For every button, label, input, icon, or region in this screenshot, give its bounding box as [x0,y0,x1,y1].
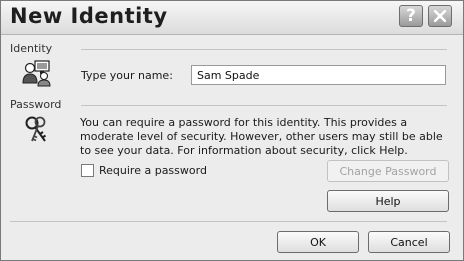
footer-divider [10,221,447,222]
ok-button[interactable]: OK [277,231,359,253]
password-group-label: Password [10,98,62,111]
keys-icon [25,116,47,142]
close-icon [434,10,446,22]
dialog-body: Identity Type your name: Password You ca… [1,35,463,260]
identity-group-label: Identity [10,42,53,55]
require-password-checkbox[interactable] [81,164,94,177]
identity-divider [81,49,447,50]
people-icon [22,60,51,87]
window-title: New Identity [10,4,168,28]
name-input[interactable] [191,65,446,85]
question-mark-icon: ? [406,6,416,26]
require-password-label[interactable]: Require a password [99,164,207,177]
password-divider [81,105,447,106]
password-description: You can require a password for this iden… [80,116,443,157]
change-password-button[interactable]: Change Password [327,160,449,182]
cancel-button[interactable]: Cancel [368,231,450,253]
help-title-button[interactable]: ? [399,5,423,27]
close-button[interactable] [428,5,452,27]
help-button[interactable]: Help [327,190,449,212]
title-bar[interactable]: New Identity ? [1,1,463,35]
name-label: Type your name: [81,69,173,82]
new-identity-dialog: New Identity ? Identity Type your name: … [0,0,464,261]
